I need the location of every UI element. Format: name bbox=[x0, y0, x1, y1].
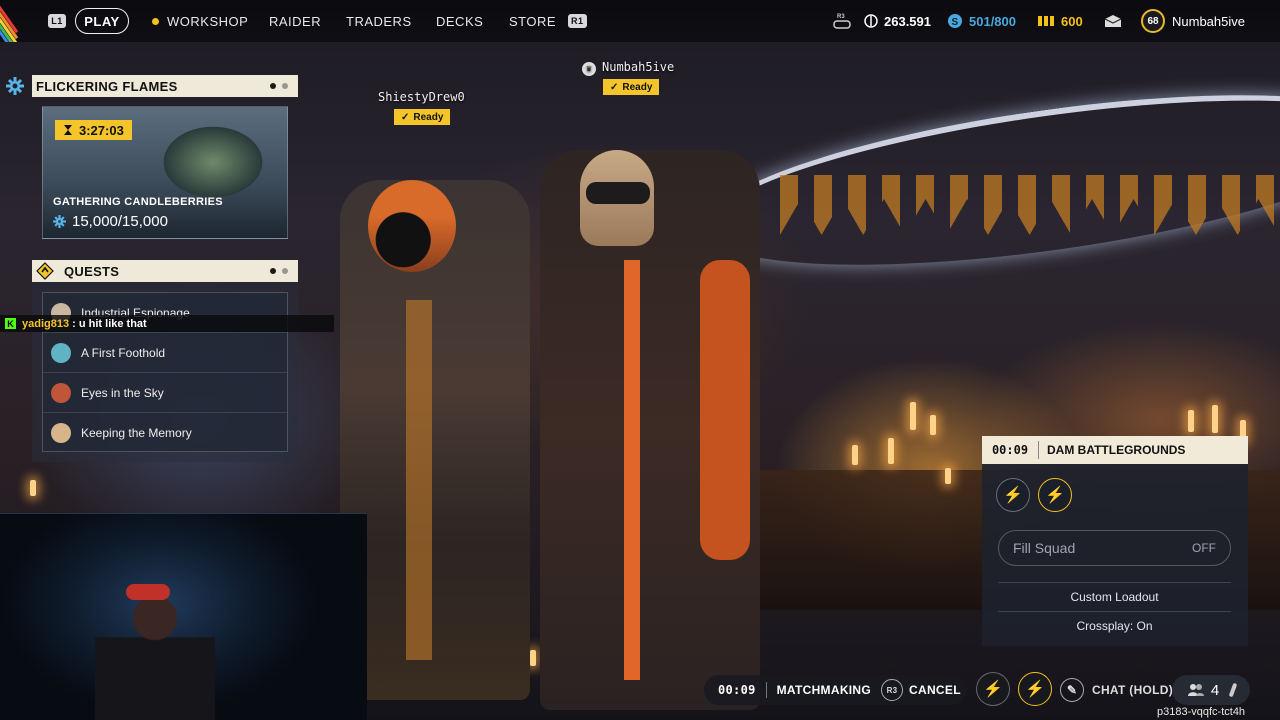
svg-text:R3: R3 bbox=[837, 14, 845, 20]
seed-icon: S bbox=[948, 14, 962, 28]
rainbow-stripe-logo bbox=[0, 0, 40, 42]
profile-button[interactable]: 68 Numbah5ive bbox=[1141, 0, 1245, 42]
controller-icon: R3 bbox=[833, 14, 851, 29]
quest-giver-avatar-icon bbox=[51, 382, 71, 403]
check-icon: ✓ bbox=[401, 111, 410, 123]
hourglass-icon bbox=[64, 125, 72, 135]
crossplay-setting[interactable]: Crossplay: On bbox=[998, 619, 1231, 633]
event-timer: 3:27:03 bbox=[55, 120, 132, 140]
chat-text: : u hit like that bbox=[69, 317, 147, 330]
event-card[interactable]: 3:27:03 GATHERING CANDLEBERRIES 15,000/1… bbox=[42, 106, 288, 239]
quests-pager[interactable] bbox=[270, 268, 288, 274]
fill-squad-toggle[interactable]: Fill Squad OFF bbox=[998, 530, 1231, 566]
event-panel-header: FLICKERING FLAMES bbox=[6, 75, 298, 97]
crown-icon: ♛ bbox=[582, 62, 596, 76]
session-id: p3183-vqqfc-tct4h bbox=[1157, 706, 1246, 718]
party-icon bbox=[1187, 684, 1204, 696]
raider-character-right bbox=[540, 150, 760, 710]
quest-item[interactable]: Keeping the Memory bbox=[43, 413, 287, 453]
gear-icon bbox=[0, 75, 30, 97]
seeds-balance: S 501/800 bbox=[947, 0, 1016, 42]
squad-panel-header: 00:09 DAM BATTLEGROUNDS bbox=[982, 436, 1248, 464]
raider-emblem-icon: ⚡ bbox=[1025, 681, 1045, 698]
quest-diamond-icon bbox=[32, 260, 58, 282]
coin-icon bbox=[864, 14, 878, 28]
squad-slot-leader[interactable]: ⚡ bbox=[1038, 478, 1072, 512]
event-progress: 15,000/15,000 bbox=[53, 213, 168, 230]
matchmaking-status: MATCHMAKING bbox=[776, 683, 872, 697]
speaker-emblem-icon: ⚡ bbox=[983, 681, 1003, 698]
stream-chat-message: K yadig813 : u hit like that bbox=[0, 315, 334, 332]
controller-hint: R3 bbox=[833, 0, 851, 42]
r1-key-hint: R1 bbox=[568, 14, 587, 28]
player-name-shiestydrew0: ShiestyDrew0 bbox=[378, 90, 465, 104]
map-name: DAM BATTLEGROUNDS bbox=[1047, 443, 1186, 457]
l1-key-hint: L1 bbox=[48, 14, 66, 28]
player-ready-badge: ✓ Ready bbox=[603, 79, 660, 95]
party-count[interactable]: 4 bbox=[1172, 675, 1250, 705]
nav-play-button[interactable]: PLAY bbox=[75, 8, 129, 34]
nav-traders[interactable]: TRADERS bbox=[346, 0, 412, 42]
quest-item[interactable]: A First Foothold bbox=[43, 333, 287, 373]
leader-slot[interactable]: ⚡ bbox=[1018, 672, 1052, 706]
check-icon: ✓ bbox=[610, 81, 619, 93]
raider-emblem-icon: ⚡ bbox=[1003, 487, 1023, 504]
squad-slot-speaker[interactable]: ⚡ bbox=[996, 478, 1030, 512]
r3-key-hint: R3 bbox=[881, 679, 904, 701]
quests-panel-header: QUESTS bbox=[32, 260, 298, 282]
top-nav-bar: L1 PLAY WORKSHOP RAIDER TRADERS DECKS ST… bbox=[0, 0, 1280, 42]
player-ready-badge: ✓ Ready bbox=[394, 109, 451, 125]
username: Numbah5ive bbox=[1172, 13, 1245, 29]
mic-icon bbox=[1228, 682, 1238, 698]
credits-icon bbox=[1038, 16, 1054, 26]
chat-hold-button[interactable]: ✎ CHAT (HOLD) bbox=[1060, 676, 1173, 704]
cancel-matchmaking-button[interactable]: CANCEL bbox=[909, 683, 961, 697]
squad-timer: 00:09 bbox=[991, 443, 1029, 457]
fill-squad-value: OFF bbox=[1192, 541, 1216, 555]
notification-dot-icon bbox=[152, 17, 159, 25]
event-pager[interactable] bbox=[270, 83, 288, 89]
inbox-button[interactable] bbox=[1104, 0, 1122, 42]
nav-workshop[interactable]: WORKSHOP bbox=[152, 0, 248, 42]
voice-slot[interactable]: ⚡ bbox=[976, 672, 1010, 706]
credits-balance: 600 bbox=[1037, 0, 1083, 42]
pencil-icon: ✎ bbox=[1060, 678, 1084, 702]
quest-giver-avatar-icon bbox=[51, 342, 71, 363]
raider-emblem-icon: ⚡ bbox=[1045, 487, 1065, 504]
nav-raider[interactable]: RAIDER bbox=[269, 0, 321, 42]
squad-panel: 00:09 DAM BATTLEGROUNDS ⚡ ⚡ Fill Squad OF… bbox=[982, 436, 1248, 646]
nav-store[interactable]: STORE bbox=[509, 0, 556, 42]
coins-balance: 263.591 bbox=[864, 0, 931, 42]
matchmaking-timer: 00:09 bbox=[718, 683, 756, 697]
gear-icon bbox=[53, 215, 66, 228]
quest-item[interactable]: Eyes in the Sky bbox=[43, 373, 287, 413]
inbox-icon bbox=[1104, 15, 1122, 27]
raider-character-left bbox=[340, 180, 530, 700]
streamer-webcam bbox=[0, 513, 367, 720]
level-badge: 68 bbox=[1141, 9, 1165, 33]
player-name-numbah5ive: ♛ Numbah5ive bbox=[582, 60, 674, 76]
kick-logo-icon: K bbox=[5, 318, 16, 329]
nav-decks[interactable]: DECKS bbox=[436, 0, 483, 42]
quests-title: QUESTS bbox=[64, 263, 120, 279]
event-name: GATHERING CANDLEBERRIES bbox=[53, 196, 223, 208]
matchmaking-bar: 00:09 MATCHMAKING R3 CANCEL bbox=[704, 675, 966, 705]
custom-loadout-button[interactable]: Custom Loadout bbox=[998, 590, 1231, 604]
quest-giver-avatar-icon bbox=[51, 423, 71, 443]
svg-text:S: S bbox=[952, 17, 959, 28]
event-title: FLICKERING FLAMES bbox=[36, 78, 178, 94]
chat-username: yadig813 bbox=[22, 317, 70, 330]
